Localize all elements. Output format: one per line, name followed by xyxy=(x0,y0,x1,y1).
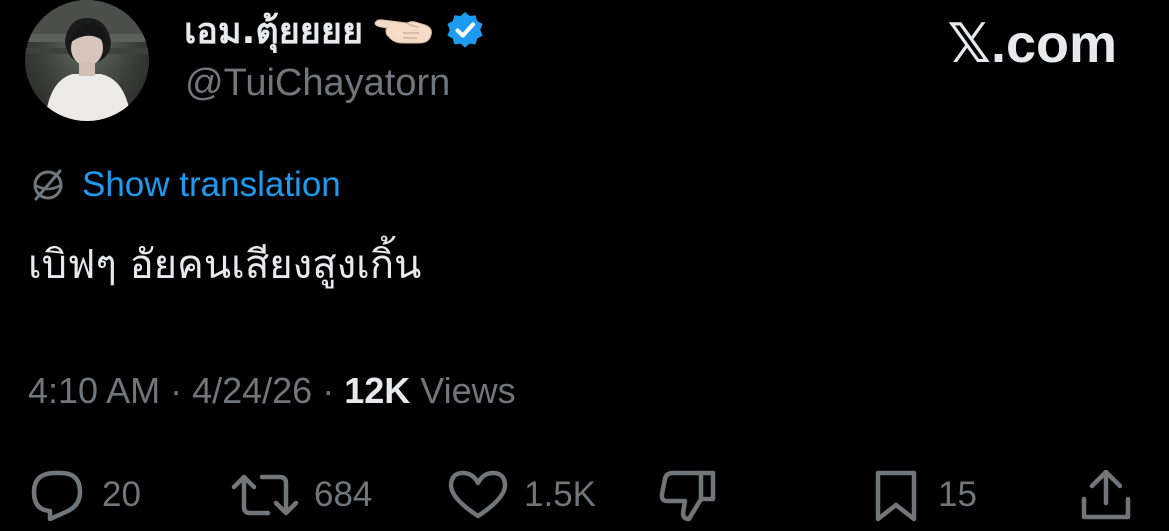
translation-row[interactable]: Show translation xyxy=(30,163,341,207)
bookmark-button[interactable]: 15 xyxy=(868,465,977,525)
share-button[interactable] xyxy=(1078,465,1134,525)
views-label: Views xyxy=(410,370,516,411)
bookmark-icon xyxy=(868,467,924,523)
tweet-text: เบิฟๆ อัยคนเสียงสูงเกิ้น xyxy=(28,242,422,288)
repost-button[interactable]: 684 xyxy=(230,465,372,525)
views-count[interactable]: 12K xyxy=(344,370,410,411)
pointing-hand-icon xyxy=(373,13,435,47)
reply-button[interactable]: 20 xyxy=(28,465,141,525)
action-bar: 20 684 1.5K 15 xyxy=(0,465,1169,525)
avatar[interactable] xyxy=(25,0,149,121)
tweet-meta: 4:10 AM · 4/24/26 · 12K Views xyxy=(28,370,516,412)
avatar-image xyxy=(25,0,149,121)
repost-count: 684 xyxy=(314,475,373,514)
downvote-button[interactable] xyxy=(655,465,719,525)
author-handle[interactable]: @TuiChayatorn xyxy=(185,62,450,105)
tweet-date[interactable]: 4/24/26 xyxy=(192,370,312,411)
author-name-row[interactable]: เอม.ตุ้ยยยย xyxy=(184,8,485,52)
reply-icon xyxy=(28,469,88,521)
like-icon xyxy=(446,469,510,521)
share-icon xyxy=(1078,467,1134,523)
author-display-name[interactable]: เอม.ตุ้ยยยย xyxy=(184,2,363,59)
like-button[interactable]: 1.5K xyxy=(446,465,596,525)
like-count: 1.5K xyxy=(524,475,596,514)
verified-badge-icon[interactable] xyxy=(445,10,485,50)
reply-count: 20 xyxy=(102,475,141,514)
meta-separator: · xyxy=(160,370,193,411)
repost-icon xyxy=(230,469,300,521)
globe-slash-icon xyxy=(30,167,66,203)
bookmark-count: 15 xyxy=(938,475,977,514)
meta-separator: · xyxy=(312,370,345,411)
show-translation-link[interactable]: Show translation xyxy=(82,165,341,205)
tweet-time[interactable]: 4:10 AM xyxy=(28,370,160,411)
downvote-icon xyxy=(655,467,719,523)
brand-watermark: 𝕏.com xyxy=(947,14,1117,74)
